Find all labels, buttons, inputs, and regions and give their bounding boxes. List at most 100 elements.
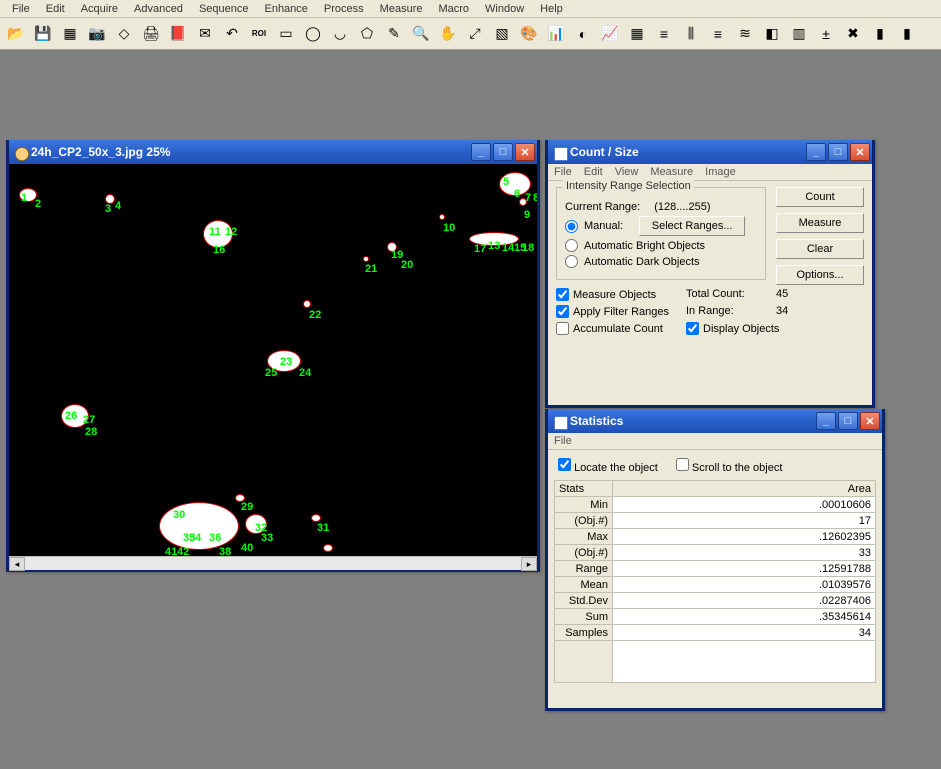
table-row[interactable]: Mean.01039576 [555, 577, 876, 593]
equalize-icon[interactable]: ≋ [733, 22, 757, 46]
menu-measure[interactable]: Measure [372, 1, 431, 17]
levels-icon[interactable]: 📈 [598, 22, 622, 46]
mail-icon[interactable]: ✉ [193, 22, 217, 46]
close-button[interactable]: ✕ [515, 143, 535, 161]
measure-button[interactable]: Measure [776, 213, 864, 233]
menu-process[interactable]: Process [316, 1, 372, 17]
image-hscrollbar[interactable]: ◂ ▸ [9, 556, 537, 570]
document-icon[interactable]: ◇ [112, 22, 136, 46]
object-label: 35 [183, 532, 195, 544]
open-folder-icon[interactable]: 📂 [4, 22, 28, 46]
invert-icon[interactable]: ◧ [760, 22, 784, 46]
book-icon[interactable]: 📕 [166, 22, 190, 46]
minimize-button[interactable]: _ [806, 143, 826, 161]
zoom-icon[interactable]: 🔍 [409, 22, 433, 46]
stats-header[interactable]: Stats [555, 481, 613, 497]
count-size-titlebar[interactable]: Count / Size _ □ ✕ [548, 140, 872, 164]
scroll-right-button[interactable]: ▸ [521, 557, 537, 571]
camera-icon[interactable]: 📷 [85, 22, 109, 46]
mode-manual-radio[interactable] [565, 220, 578, 233]
close-button[interactable]: ✕ [850, 143, 870, 161]
menu-macro[interactable]: Macro [430, 1, 477, 17]
cs-menu-file[interactable]: File [554, 166, 572, 178]
table-row[interactable]: Max.12602395 [555, 529, 876, 545]
table-row[interactable]: (Obj.#)33 [555, 545, 876, 561]
maximize-button[interactable]: □ [828, 143, 848, 161]
hue-icon[interactable]: ▮ [868, 22, 892, 46]
minimize-button[interactable]: _ [471, 143, 491, 161]
rectangle-icon[interactable]: ▭ [274, 22, 298, 46]
sliders3-icon[interactable]: ≡ [706, 22, 730, 46]
apply-filter-check[interactable]: Apply Filter Ranges [556, 305, 686, 318]
select-ranges-button[interactable]: Select Ranges... [639, 216, 745, 236]
locate-object-check[interactable]: Locate the object [558, 458, 658, 474]
pan-icon[interactable]: ✋ [436, 22, 460, 46]
new-roi-icon[interactable]: ROI [247, 22, 271, 46]
cs-menu-measure[interactable]: Measure [650, 166, 693, 178]
menu-sequence[interactable]: Sequence [191, 1, 257, 17]
menu-file[interactable]: File [4, 1, 38, 17]
menu-acquire[interactable]: Acquire [73, 1, 126, 17]
app-menubar[interactable]: FileEditAcquireAdvancedSequenceEnhancePr… [0, 0, 941, 18]
count-button[interactable]: Count [776, 187, 864, 207]
statistics-menu-file[interactable]: File [554, 435, 572, 447]
menu-window[interactable]: Window [477, 1, 532, 17]
image-canvas[interactable]: 1234567891011121314151617181920212223242… [9, 164, 537, 556]
sliders1-icon[interactable]: ≡ [652, 22, 676, 46]
measure-objects-check[interactable]: Measure Objects [556, 288, 686, 301]
object-label: 33 [261, 532, 273, 544]
x-red-icon[interactable]: ✖ [841, 22, 865, 46]
app-toolbar[interactable]: 📂💾▦📷◇🖨📕✉↶ROI▭◯◡⬠✎🔍✋⤢▧🎨📊◐📈▦≡⫼≡≋◧▥±✖▮▮ [0, 18, 941, 50]
cs-menu-view[interactable]: View [615, 166, 639, 178]
statistics-menubar[interactable]: File [548, 433, 882, 450]
table-row[interactable]: Samples34 [555, 625, 876, 641]
area-header[interactable]: Area [613, 481, 876, 497]
menu-enhance[interactable]: Enhance [256, 1, 315, 17]
table-row[interactable]: (Obj.#)17 [555, 513, 876, 529]
stat-value: 17 [613, 513, 876, 529]
wand-icon[interactable]: ✎ [382, 22, 406, 46]
table-row[interactable]: Min.00010606 [555, 497, 876, 513]
chart-icon[interactable]: 📊 [544, 22, 568, 46]
grid-icon[interactable]: ▦ [58, 22, 82, 46]
cs-menu-edit[interactable]: Edit [584, 166, 603, 178]
contrast-icon[interactable]: ◐ [571, 22, 595, 46]
clear-button[interactable]: Clear [776, 239, 864, 259]
ellipse-icon[interactable]: ◯ [301, 22, 325, 46]
table-row[interactable]: Range.12591788 [555, 561, 876, 577]
save-icon[interactable]: 💾 [31, 22, 55, 46]
table-row[interactable]: Sum.35345614 [555, 609, 876, 625]
palette-icon[interactable]: 🎨 [517, 22, 541, 46]
undo-icon[interactable]: ↶ [220, 22, 244, 46]
menu-advanced[interactable]: Advanced [126, 1, 191, 17]
scroll-left-button[interactable]: ◂ [9, 557, 25, 571]
sliders2-icon[interactable]: ⫼ [679, 22, 703, 46]
histogram-red-icon[interactable]: ▧ [490, 22, 514, 46]
maximize-button[interactable]: □ [838, 412, 858, 430]
options-button[interactable]: Options... [776, 265, 864, 285]
cs-menu-image[interactable]: Image [705, 166, 736, 178]
mode-dark-radio[interactable] [565, 255, 578, 268]
spectrum-icon[interactable]: ▮ [895, 22, 919, 46]
close-button[interactable]: ✕ [860, 412, 880, 430]
statistics-titlebar[interactable]: Statistics _ □ ✕ [548, 409, 882, 433]
polygon-icon[interactable]: ⬠ [355, 22, 379, 46]
plusminus-icon[interactable]: ± [814, 22, 838, 46]
accumulate-check[interactable]: Accumulate Count [556, 322, 686, 335]
table-row[interactable]: Std.Dev.02287406 [555, 593, 876, 609]
menu-help[interactable]: Help [532, 1, 571, 17]
statistics-table[interactable]: Stats Area Min.00010606(Obj.#)17Max.1260… [554, 480, 876, 683]
count-size-menubar[interactable]: File Edit View Measure Image [548, 164, 872, 181]
display-objects-check[interactable]: Display Objects [686, 322, 864, 335]
zoom-fit-icon[interactable]: ⤢ [463, 22, 487, 46]
maximize-button[interactable]: □ [493, 143, 513, 161]
minimize-button[interactable]: _ [816, 412, 836, 430]
bars-icon[interactable]: ▥ [787, 22, 811, 46]
image-window-titlebar[interactable]: 24h_CP2_50x_3.jpg 25% _ □ ✕ [9, 140, 537, 164]
print-icon[interactable]: 🖨 [139, 22, 163, 46]
color-icon[interactable]: ▦ [625, 22, 649, 46]
scroll-object-check[interactable]: Scroll to the object [676, 458, 783, 474]
menu-edit[interactable]: Edit [38, 1, 73, 17]
mode-bright-radio[interactable] [565, 239, 578, 252]
lasso-icon[interactable]: ◡ [328, 22, 352, 46]
